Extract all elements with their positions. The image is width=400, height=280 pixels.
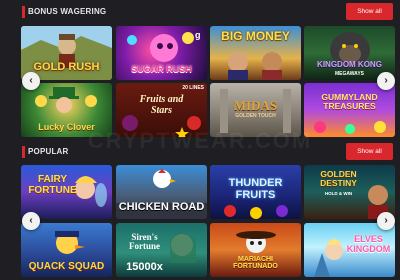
section-title: BONUS WAGERING	[28, 7, 107, 16]
lines-badge: 20 LINES	[182, 85, 204, 91]
bonus-wagering-section: BONUS WAGERING Show all GOLD RUSH g SUGA…	[0, 0, 400, 140]
section-title: POPULAR	[28, 147, 69, 156]
game-title: ELVES KINGDOM	[346, 234, 391, 254]
game-subtitle: HOLD & WIN	[324, 191, 353, 196]
carousel-prev-button[interactable]: ‹	[22, 212, 40, 230]
game-tile-gummyland[interactable]: GUMMYLAND TREASURES	[304, 83, 395, 137]
game-title: FAIRY FORTUNE	[28, 174, 77, 196]
carousel-next-button[interactable]: ›	[377, 72, 395, 90]
game-title: Lucky Clover	[38, 122, 95, 132]
game-tile-fruits-and-stars[interactable]: 20 LINES Fruits and Stars	[116, 83, 207, 137]
chevron-left-icon: ‹	[29, 215, 33, 226]
game-tile-fairy-fortune[interactable]: FAIRY FORTUNE	[21, 165, 112, 219]
show-all-button[interactable]: Show all	[346, 143, 393, 160]
game-tile-sirens-fortune[interactable]: Siren's Fortune 15000x	[116, 223, 207, 277]
game-title: GUMMYLAND TREASURES	[321, 92, 378, 112]
game-tile-quack-squad[interactable]: QUACK SQUAD	[21, 223, 112, 277]
section-header: BONUS WAGERING Show all	[0, 0, 400, 24]
game-tile-sugar-rush[interactable]: g SUGAR RUSH	[116, 26, 207, 80]
game-subtitle: GOLDEN TOUCH	[235, 113, 276, 119]
game-title: CHICKEN ROAD	[118, 201, 205, 214]
game-tile-chicken-road[interactable]: CHICKEN ROAD	[116, 165, 207, 219]
chevron-right-icon: ›	[384, 75, 388, 86]
svg-text:g: g	[195, 30, 201, 40]
game-title: MARIACHI FORTUNADO	[233, 255, 278, 271]
game-title: QUACK SQUAD	[28, 261, 105, 272]
game-tile-big-money[interactable]: BIG MONEY	[210, 26, 301, 80]
game-title: THUNDER FRUITS	[228, 177, 283, 202]
game-title: GOLDEN DESTINY	[320, 169, 357, 189]
game-title: Fruits and Stars	[139, 94, 184, 116]
game-tile-mariachi-fortunado[interactable]: MARIACHI FORTUNADO	[210, 223, 301, 277]
game-tile-golden-destiny[interactable]: GOLDEN DESTINY HOLD & WIN	[304, 165, 395, 219]
game-tile-thunder-fruits[interactable]: THUNDER FRUITS	[210, 165, 301, 219]
game-subtitle: 15000x	[126, 261, 163, 273]
game-title: SUGAR RUSH	[131, 64, 192, 74]
carousel-next-button[interactable]: ›	[377, 212, 395, 230]
section-accent-bar	[22, 146, 25, 158]
game-title: GOLD RUSH	[33, 61, 100, 73]
show-all-button[interactable]: Show all	[346, 3, 393, 20]
section-header: POPULAR Show all	[0, 140, 400, 164]
game-title: Siren's Fortune	[129, 232, 160, 252]
game-tile-leprechaun[interactable]: Lucky Clover	[21, 83, 112, 137]
game-title: MIDAS	[233, 98, 278, 113]
game-tile-midas[interactable]: MIDAS GOLDEN TOUCH	[210, 83, 301, 137]
popular-section: POPULAR Show all FAIRY FORTUNE CHICKEN R…	[0, 140, 400, 280]
chevron-right-icon: ›	[384, 215, 388, 226]
game-tile-elves-kingdom[interactable]: ELVES KINGDOM	[304, 223, 395, 277]
game-title: BIG MONEY	[221, 29, 290, 43]
carousel-prev-button[interactable]: ‹	[22, 72, 40, 90]
chevron-left-icon: ‹	[29, 75, 33, 86]
section-accent-bar	[22, 6, 25, 18]
game-title: KINGDOM KONG	[317, 60, 382, 69]
